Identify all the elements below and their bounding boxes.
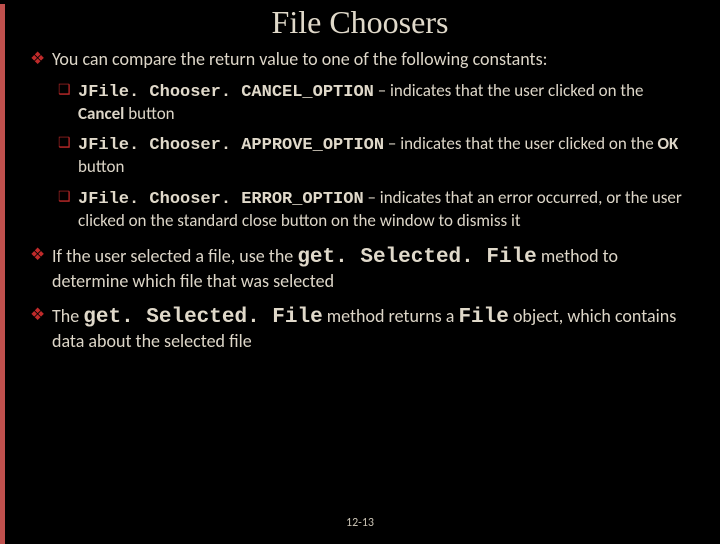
text-segment: If the user selected a file, use the bbox=[52, 245, 297, 267]
code-cancel-option: JFile. Chooser. CANCEL_OPTION bbox=[78, 83, 374, 102]
text-segment: method returns a bbox=[323, 305, 459, 327]
sub-bullet-cancel-option: ❑ JFile. Chooser. CANCEL_OPTION – indica… bbox=[58, 81, 692, 124]
slide-number: 12-13 bbox=[0, 516, 720, 530]
bold-ok: OK bbox=[658, 133, 679, 154]
bullet-text: You can compare the return value to one … bbox=[52, 49, 692, 71]
sub-bullet-error-option: ❑ JFile. Chooser. ERROR_OPTION – indicat… bbox=[58, 188, 692, 231]
diamond-bullet-icon: ❖ bbox=[30, 245, 52, 293]
bullet-compare-return: ❖ You can compare the return value to on… bbox=[30, 49, 692, 71]
bullet-returns-file: ❖ The get. Selected. File method returns… bbox=[30, 305, 692, 353]
bullet-text: JFile. Chooser. ERROR_OPTION – indicates… bbox=[78, 188, 692, 231]
slide-title: File Choosers bbox=[0, 4, 720, 41]
square-bullet-icon: ❑ bbox=[58, 188, 78, 231]
code-file: File bbox=[458, 306, 508, 329]
bold-cancel: Cancel bbox=[78, 103, 124, 124]
bullet-text: JFile. Chooser. CANCEL_OPTION – indicate… bbox=[78, 81, 692, 124]
code-approve-option: JFile. Chooser. APPROVE_OPTION bbox=[78, 136, 384, 155]
diamond-bullet-icon: ❖ bbox=[30, 305, 52, 353]
square-bullet-icon: ❑ bbox=[58, 134, 78, 177]
diamond-bullet-icon: ❖ bbox=[30, 49, 52, 71]
text-segment: – indicates that the user clicked on the bbox=[374, 80, 644, 101]
square-bullet-icon: ❑ bbox=[58, 81, 78, 124]
code-getselectedfile: get. Selected. File bbox=[83, 306, 322, 329]
bullet-text: JFile. Chooser. APPROVE_OPTION – indicat… bbox=[78, 134, 692, 177]
slide-content: ❖ You can compare the return value to on… bbox=[0, 49, 720, 352]
left-accent-bar bbox=[0, 4, 5, 544]
text-segment: button bbox=[124, 103, 174, 124]
bullet-text: The get. Selected. File method returns a… bbox=[52, 305, 692, 353]
bullet-text: If the user selected a file, use the get… bbox=[52, 245, 692, 293]
text-segment: button bbox=[78, 156, 124, 177]
code-error-option: JFile. Chooser. ERROR_OPTION bbox=[78, 190, 364, 209]
text-segment: The bbox=[52, 305, 83, 327]
text-segment: – indicates that the user clicked on the bbox=[384, 133, 657, 154]
sub-bullet-approve-option: ❑ JFile. Chooser. APPROVE_OPTION – indic… bbox=[58, 134, 692, 177]
bullet-getselectedfile: ❖ If the user selected a file, use the g… bbox=[30, 245, 692, 293]
code-getselectedfile: get. Selected. File bbox=[297, 246, 536, 269]
